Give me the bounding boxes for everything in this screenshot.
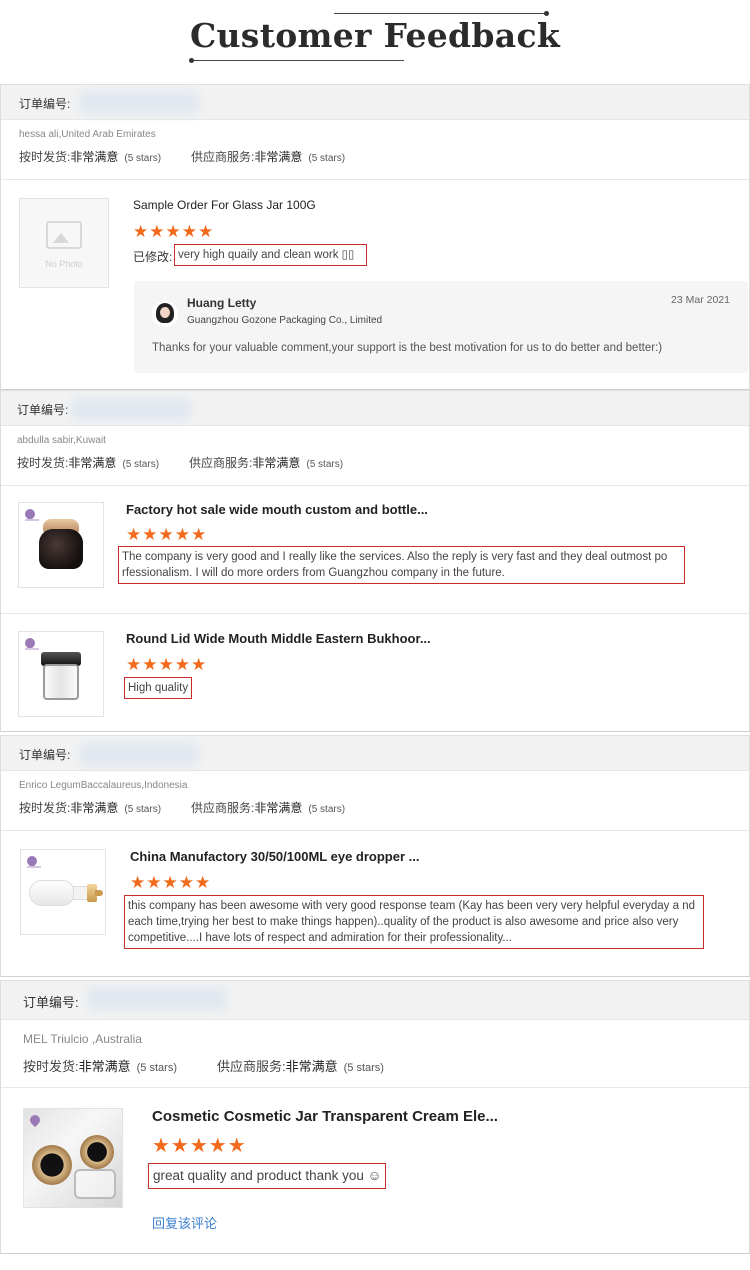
- order-number-bar: 订单编号:: [1, 980, 749, 1020]
- product-thumbnail[interactable]: [18, 631, 104, 717]
- product-thumbnail[interactable]: [23, 1108, 123, 1208]
- page-header: Customer Feedback: [0, 0, 750, 80]
- rating-stars: ★★★★★: [126, 655, 208, 674]
- reply-to-review-link[interactable]: 回复该评论: [152, 1213, 217, 1232]
- reply-date: 23 Mar 2021: [671, 294, 730, 306]
- buyer-info: Enrico LegumBaccalaureus,Indonesia 按时发货:…: [1, 771, 749, 831]
- rating-stars: ★★★★★: [130, 873, 212, 892]
- product-title[interactable]: China Manufactory 30/50/100ML eye droppe…: [130, 849, 419, 864]
- product-thumbnail[interactable]: No Photo: [19, 198, 109, 288]
- page-title: Customer Feedback: [189, 16, 561, 55]
- dropper-bottle-image: [29, 880, 75, 906]
- rating-stars: ★★★★★: [152, 1135, 247, 1157]
- product-title[interactable]: Sample Order For Glass Jar 100G: [133, 198, 316, 212]
- buyer-name: abdulla sabir,Kuwait: [17, 435, 106, 446]
- product-thumbnail[interactable]: [20, 849, 106, 935]
- reply-message: Thanks for your valuable comment,your su…: [152, 342, 663, 354]
- rating-stars: ★★★★★: [133, 222, 215, 241]
- buyer-info: hessa ali,United Arab Emirates 按时发货:非常满意…: [1, 120, 749, 180]
- review-comment: great quality and product thank you ☺: [148, 1163, 387, 1189]
- order-number-label: 订单编号:: [17, 403, 69, 417]
- clear-jar-image: [43, 664, 79, 700]
- buyer-info: MEL Triulcio ,Australia 按时发货:非常满意 (5 star…: [1, 1020, 749, 1088]
- buyer-ratings: 按时发货:非常满意 (5 stars) 供应商服务:非常满意 (5 stars): [19, 150, 346, 164]
- buyer-name: MEL Triulcio ,Australia: [23, 1032, 142, 1046]
- buyer-name: hessa ali,United Arab Emirates: [19, 129, 156, 140]
- order-number-bar: 订单编号:: [1, 84, 749, 120]
- order-number-bar: 订单编号:: [1, 390, 749, 426]
- order-number-label: 订单编号:: [19, 748, 71, 762]
- header-bottom-rule: [189, 58, 404, 63]
- avatar: [152, 301, 178, 327]
- order-card: 订单编号: Enrico LegumBaccalaureus,Indonesia…: [0, 735, 750, 977]
- order-card: 订单编号: abdulla sabir,Kuwait 按时发货:非常满意 (5 s…: [0, 390, 750, 732]
- review-comment: very high quaily and clean work ▯▯: [174, 244, 367, 266]
- order-number-redacted: [79, 742, 199, 766]
- review-item: Round Lid Wide Mouth Middle Eastern Bukh…: [1, 614, 749, 730]
- reply-company: Guangzhou Gozone Packaging Co., Limited: [187, 315, 383, 326]
- review-item: China Manufactory 30/50/100ML eye droppe…: [1, 831, 749, 975]
- review-comment: The company is very good and I really li…: [118, 546, 685, 584]
- modified-label: 已修改:: [133, 250, 173, 264]
- seller-reply: Huang Letty Guangzhou Gozone Packaging C…: [134, 281, 748, 373]
- order-number-redacted: [87, 987, 227, 1011]
- order-number-label: 订单编号:: [19, 97, 71, 111]
- review-comment: this company has been awesome with very …: [124, 895, 704, 949]
- product-title[interactable]: Factory hot sale wide mouth custom and b…: [126, 502, 428, 517]
- order-number-redacted: [79, 91, 199, 115]
- product-title[interactable]: Round Lid Wide Mouth Middle Eastern Bukh…: [126, 631, 431, 646]
- black-jar-image: [39, 529, 83, 569]
- buyer-info: abdulla sabir,Kuwait 按时发货:非常满意 (5 stars) 供…: [1, 426, 749, 486]
- order-number-bar: 订单编号:: [1, 735, 749, 771]
- product-title[interactable]: Cosmetic Cosmetic Jar Transparent Cream …: [152, 1108, 498, 1125]
- order-number-redacted: [71, 397, 191, 421]
- review-item: Factory hot sale wide mouth custom and b…: [1, 486, 749, 614]
- buyer-ratings: 按时发货:非常满意 (5 stars) 供应商服务:非常满意 (5 stars): [19, 801, 346, 815]
- order-card: 订单编号: MEL Triulcio ,Australia 按时发货:非常满意(…: [0, 980, 750, 1254]
- buyer-name: Enrico LegumBaccalaureus,Indonesia: [19, 780, 188, 791]
- rating-stars: ★★★★★: [126, 525, 208, 544]
- product-thumbnail[interactable]: [18, 502, 104, 588]
- review-item: No Photo Sample Order For Glass Jar 100G…: [1, 180, 749, 388]
- review-comment: High quality: [124, 677, 193, 699]
- reply-author: Huang Letty: [187, 296, 257, 310]
- review-item: Cosmetic Cosmetic Jar Transparent Cream …: [1, 1088, 749, 1252]
- image-placeholder-icon: [46, 221, 82, 249]
- order-card: 订单编号: hessa ali,United Arab Emirates 按时发…: [0, 84, 750, 390]
- buyer-ratings: 按时发货:非常满意 (5 stars) 供应商服务:非常满意 (5 stars): [23, 1059, 384, 1074]
- header-top-rule: [334, 11, 549, 16]
- order-number-label: 订单编号:: [23, 995, 79, 1010]
- buyer-ratings: 按时发货:非常满意 (5 stars) 供应商服务:非常满意 (5 stars): [17, 456, 344, 470]
